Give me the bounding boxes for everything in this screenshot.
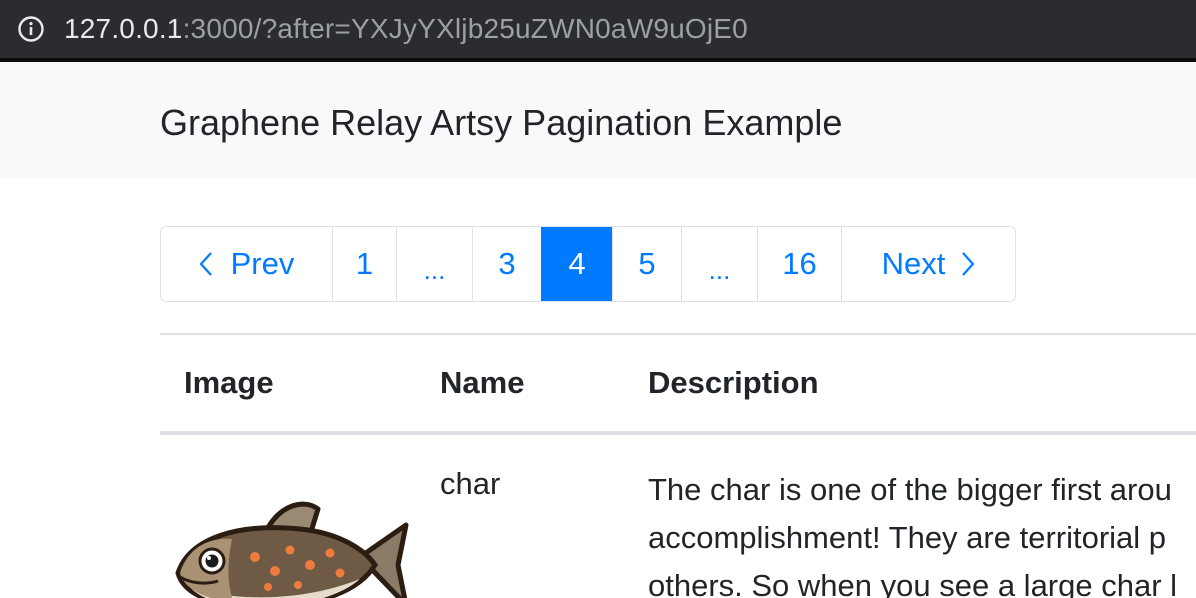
navbar-brand[interactable]: Graphene Relay Artsy Pagination Example <box>160 102 842 144</box>
column-header-image: Image <box>184 365 274 400</box>
fish-image <box>175 501 409 598</box>
page-ellipsis-2[interactable]: ... <box>681 227 757 301</box>
url-field[interactable]: 127.0.0.1:3000/?after=YXJyYXljb25uZWN0aW… <box>64 12 748 46</box>
column-header-name: Name <box>440 365 525 400</box>
page-link-16[interactable]: 16 <box>757 227 841 301</box>
table-row: char The char is one of the bigger first… <box>160 435 1196 598</box>
description-line: The char is one of the bigger first arou <box>648 472 1172 507</box>
description-line: others. So when you see a large char l <box>648 568 1178 598</box>
url-host: 127.0.0.1 <box>64 13 183 44</box>
next-label: Next <box>881 246 946 281</box>
browser-address-bar: 127.0.0.1:3000/?after=YXJyYXljb25uZWN0aW… <box>0 0 1196 62</box>
prev-label: Prev <box>230 246 295 281</box>
page-link-1[interactable]: 1 <box>332 227 396 301</box>
description-line: accomplishment! They are territorial p <box>648 520 1167 555</box>
prev-page-button[interactable]: Prev <box>161 227 332 301</box>
url-path: :3000/?after=YXJyYXljb25uZWN0aW9uOjE0 <box>182 13 748 44</box>
info-icon[interactable] <box>17 15 45 43</box>
page-ellipsis-1[interactable]: ... <box>396 227 472 301</box>
table-header: Image Name Description <box>160 335 1196 431</box>
page-link-4-active[interactable]: 4 <box>541 227 612 301</box>
chevron-left-icon <box>199 252 212 276</box>
page-link-5[interactable]: 5 <box>612 227 681 301</box>
navbar: Graphene Relay Artsy Pagination Example <box>0 62 1196 178</box>
pagination: Prev 1 ... 3 4 5 ... 16 Next <box>160 226 1016 302</box>
page-link-3[interactable]: 3 <box>472 227 541 301</box>
next-page-button[interactable]: Next <box>841 227 1015 301</box>
cell-name: char <box>440 466 501 501</box>
column-header-description: Description <box>648 365 819 400</box>
cell-description: The char is one of the bigger first arou… <box>648 466 1196 598</box>
chevron-right-icon <box>962 252 975 276</box>
